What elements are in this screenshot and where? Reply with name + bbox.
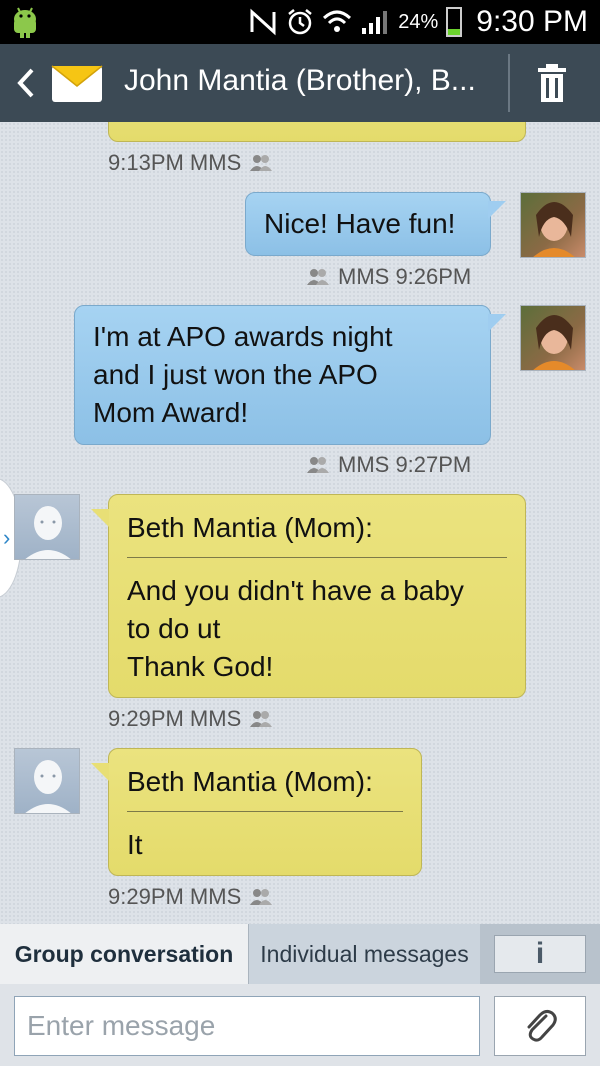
- status-clock: 9:30 PM: [476, 5, 588, 38]
- message-sender: Beth Mantia (Mom):: [127, 509, 507, 558]
- message-sender: Beth Mantia (Mom):: [127, 763, 403, 812]
- info-button[interactable]: i: [494, 935, 586, 973]
- composer-bar: [0, 984, 600, 1066]
- messaging-app-icon[interactable]: [50, 60, 104, 106]
- message-line: and I just won the APO: [93, 359, 378, 390]
- message-meta: 9:13PM MMS: [108, 150, 273, 176]
- message-timestamp: 9:29PM MMS: [108, 706, 242, 731]
- group-icon: [307, 457, 329, 473]
- message-input[interactable]: [14, 996, 480, 1056]
- status-bar: 24% 9:30 PM: [0, 0, 600, 44]
- group-icon: [250, 155, 273, 171]
- group-icon: [307, 269, 329, 285]
- message-bubble-incoming[interactable]: Beth Mantia (Mom): It: [91, 748, 422, 876]
- message-line: And you didn't have a baby: [127, 575, 464, 606]
- conversation-title[interactable]: John Mantia (Brother), B...: [124, 64, 476, 98]
- message-meta: MMS 9:26PM: [306, 264, 471, 290]
- message-text: Nice! Have fun!: [264, 208, 456, 239]
- wifi-icon: [323, 10, 352, 32]
- message-bubble-outgoing[interactable]: I'm at APO awards night and I just won t…: [74, 305, 506, 445]
- group-icon: [250, 711, 273, 727]
- back-icon[interactable]: [14, 66, 38, 100]
- android-debug-icon: [14, 7, 36, 38]
- message-list[interactable]: 9:13PM MMS Nice! Have fun! MMS 9:26PM I'…: [0, 122, 600, 924]
- battery-percent: 24%: [398, 10, 439, 33]
- message-line: Mom Award!: [93, 397, 249, 428]
- nfc-icon: [250, 8, 276, 36]
- info-tab: i: [480, 924, 600, 984]
- avatar-contact[interactable]: [14, 494, 80, 560]
- conversation-mode-tabs: Group conversation Individual messages i: [0, 924, 600, 984]
- tab-label: Group conversation: [14, 940, 234, 967]
- message-meta: 9:29PM MMS: [108, 706, 273, 732]
- avatar-contact[interactable]: [14, 748, 80, 814]
- attach-button[interactable]: [494, 996, 586, 1056]
- tab-label: Individual messages: [260, 940, 469, 967]
- tab-group-conversation[interactable]: Group conversation: [0, 924, 248, 984]
- message-meta: 9:29PM MMS: [108, 884, 273, 910]
- avatar-self[interactable]: [520, 192, 586, 258]
- message-timestamp: MMS 9:27PM: [338, 452, 472, 477]
- tab-individual-messages[interactable]: Individual messages: [248, 924, 480, 984]
- message-bubble-incoming[interactable]: Beth Mantia (Mom): And you didn't have a…: [91, 494, 526, 698]
- message-timestamp: 9:13PM MMS: [108, 150, 242, 175]
- message-line: It: [127, 829, 143, 860]
- conversation-header: John Mantia (Brother), B...: [0, 44, 600, 122]
- info-icon: i: [535, 937, 545, 970]
- message-line: Thank God!: [127, 651, 274, 682]
- group-icon: [250, 889, 273, 905]
- message-timestamp: MMS 9:26PM: [338, 264, 472, 289]
- header-divider: [508, 54, 510, 112]
- message-line: to do ut: [127, 613, 221, 644]
- avatar-self[interactable]: [520, 305, 586, 371]
- battery-icon: [446, 7, 463, 37]
- message-bubble-incoming-partial[interactable]: [108, 122, 526, 142]
- trash-icon[interactable]: [532, 62, 572, 104]
- message-timestamp: 9:29PM MMS: [108, 884, 242, 909]
- alarm-icon: [288, 9, 313, 35]
- message-bubble-outgoing[interactable]: Nice! Have fun!: [245, 192, 506, 256]
- message-line: I'm at APO awards night: [93, 321, 393, 352]
- chevron-right-icon: ›: [3, 525, 11, 550]
- message-meta: MMS 9:27PM: [306, 452, 471, 478]
- paperclip-icon: [527, 1009, 557, 1042]
- signal-icon: [362, 11, 388, 34]
